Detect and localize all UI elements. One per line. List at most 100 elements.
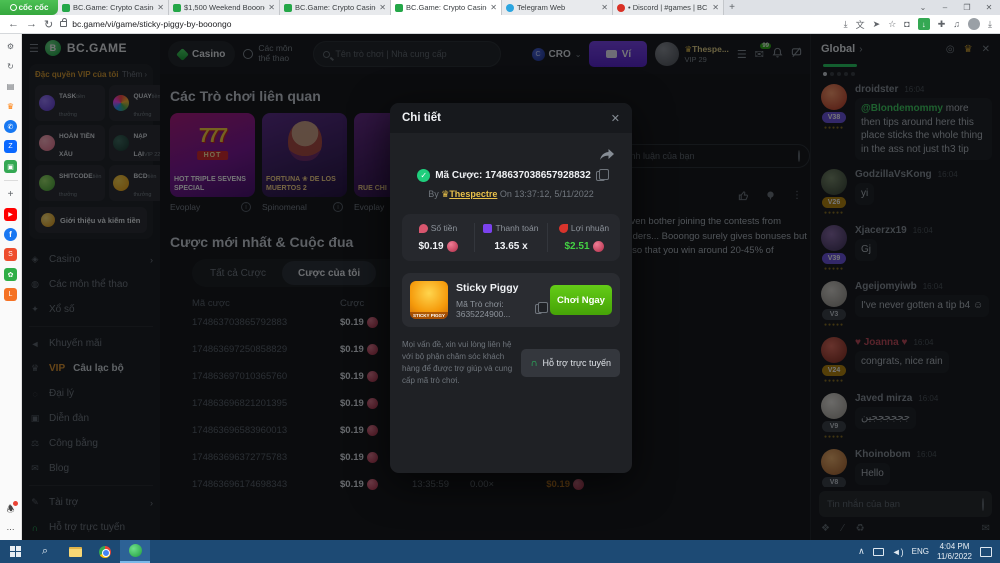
sticky-piggy-thumbnail[interactable]: STICKY PIGGY bbox=[410, 281, 448, 319]
tab-bcgame-2[interactable]: BC.Game: Crypto Casino Gan✕ bbox=[280, 0, 391, 15]
extension-icon[interactable]: ✚ bbox=[938, 19, 946, 30]
tab-bcgame-active[interactable]: BC.Game: Crypto Casino Gan✕ bbox=[391, 0, 502, 15]
bet-stats: Số tiền $0.19 Thanh toán 13.65 x Lợi nhu… bbox=[402, 214, 620, 261]
windows-taskbar: ⌕ ∧ ◄) ENG 4:04 PM11/6/2022 bbox=[0, 540, 1000, 563]
game-id-text: Mã Trò chơi: 3635224900... bbox=[456, 299, 531, 319]
store-icon[interactable] bbox=[4, 268, 17, 281]
hidden-icons-chevron[interactable]: ∧ bbox=[858, 546, 865, 557]
network-icon[interactable] bbox=[873, 548, 884, 556]
headset-icon: ∩ bbox=[530, 358, 537, 369]
verified-check-icon: ✓ bbox=[417, 169, 430, 182]
close-tab-icon[interactable]: ✕ bbox=[712, 3, 719, 12]
stat-amount: Số tiền $0.19 bbox=[402, 223, 474, 252]
tab-discord[interactable]: • Discord | #games | BC G✕ bbox=[613, 0, 724, 15]
profit-icon bbox=[559, 224, 568, 233]
discord-favicon bbox=[617, 4, 625, 12]
newsfeed-icon[interactable] bbox=[4, 80, 17, 93]
bet-timestamp: 13:37:12, 5/11/2022 bbox=[514, 189, 593, 199]
media-icon[interactable]: ♫ bbox=[953, 19, 960, 29]
history-icon[interactable] bbox=[4, 60, 17, 73]
profile-avatar-icon[interactable] bbox=[968, 18, 980, 30]
start-button[interactable] bbox=[0, 540, 30, 563]
tab-booongo-promo[interactable]: $1,500 Weekend Booongo M✕ bbox=[169, 0, 280, 15]
maximize-button[interactable]: ❐ bbox=[956, 0, 978, 15]
modal-close-icon[interactable]: ✕ bbox=[611, 112, 620, 125]
back-button[interactable]: ← bbox=[8, 18, 19, 30]
close-tab-icon[interactable]: ✕ bbox=[268, 3, 275, 12]
share-icon[interactable]: ➤ bbox=[873, 19, 881, 30]
reload-button[interactable]: ↻ bbox=[44, 18, 53, 31]
divider bbox=[4, 180, 18, 181]
games-gamepad-icon[interactable] bbox=[4, 160, 17, 173]
bookmark-star-icon[interactable]: ☆ bbox=[888, 19, 896, 30]
browser-navbar: ← → ↻ bc.game/vi/game/sticky-piggy-by-bo… bbox=[0, 15, 1000, 34]
coccoc-taskbar-icon[interactable] bbox=[120, 540, 150, 563]
tab-search-icon[interactable]: ⌄ bbox=[912, 0, 934, 15]
bcgame-favicon bbox=[395, 4, 403, 12]
lazada-cart-icon[interactable] bbox=[4, 288, 17, 301]
game-title: Sticky Piggy bbox=[456, 282, 542, 294]
tab-bcgame-1[interactable]: BC.Game: Crypto Casino Gan✕ bbox=[58, 0, 169, 15]
share-bet-icon[interactable] bbox=[600, 149, 614, 161]
close-tab-icon[interactable]: ✕ bbox=[490, 3, 497, 12]
copy-game-id-icon[interactable] bbox=[535, 304, 542, 314]
copy-bet-id-icon[interactable] bbox=[596, 171, 605, 181]
support-note: Mọi vấn đề, xin vui lòng liên hệ với bộ … bbox=[402, 339, 513, 387]
language-indicator[interactable]: ENG bbox=[912, 547, 929, 556]
stat-profit: Lợi nhuận $2.51 bbox=[547, 223, 620, 252]
modal-header: Chi tiết ✕ bbox=[390, 103, 632, 133]
download-manager-icon[interactable]: ↓ bbox=[918, 18, 930, 30]
action-center-icon[interactable] bbox=[980, 547, 992, 557]
messenger-icon[interactable] bbox=[4, 120, 17, 133]
hot-deals-crown-icon[interactable] bbox=[4, 100, 17, 113]
bcgame-favicon bbox=[173, 4, 181, 12]
notification-dot bbox=[13, 501, 18, 506]
bet-username[interactable]: Thespectre bbox=[449, 189, 497, 199]
forward-button[interactable]: → bbox=[26, 18, 37, 30]
coccoc-sidebar bbox=[0, 34, 22, 540]
close-window-button[interactable]: ✕ bbox=[978, 0, 1000, 15]
play-now-button[interactable]: Chơi Ngay bbox=[550, 285, 612, 315]
address-bar[interactable]: bc.game/vi/game/sticky-piggy-by-booongo bbox=[60, 19, 600, 29]
bet-details-modal: Chi tiết ✕ ✓ Mã Cược: 174863703865792883… bbox=[390, 103, 632, 473]
notification-bell-icon[interactable] bbox=[4, 503, 17, 516]
screen: cốc cốc BC.Game: Crypto Casino Gan✕ $1,5… bbox=[0, 0, 1000, 563]
youtube-icon[interactable] bbox=[4, 208, 17, 221]
file-explorer-icon[interactable] bbox=[60, 540, 90, 563]
close-tab-icon[interactable]: ✕ bbox=[379, 3, 386, 12]
chrome-taskbar-icon[interactable] bbox=[90, 540, 120, 563]
modal-title: Chi tiết bbox=[402, 112, 441, 124]
translate-icon[interactable]: 文 bbox=[856, 18, 865, 31]
token-gem-icon bbox=[447, 241, 458, 252]
add-shortcut-icon[interactable] bbox=[4, 188, 17, 201]
live-support-button[interactable]: ∩Hỗ trợ trực tuyến bbox=[521, 349, 620, 377]
token-gem-icon bbox=[593, 241, 604, 252]
brand-label: cốc cốc bbox=[19, 3, 49, 12]
tab-telegram[interactable]: Telegram Web✕ bbox=[502, 0, 613, 15]
game-info-card: STICKY PIGGY Sticky Piggy Mã Trò chơi: 3… bbox=[402, 273, 620, 327]
shopee-icon[interactable] bbox=[4, 248, 17, 261]
adblock-shield-icon[interactable]: ◘ bbox=[904, 19, 909, 29]
bcgame-favicon bbox=[62, 4, 70, 12]
coccoc-menu-button[interactable]: cốc cốc bbox=[0, 0, 58, 15]
save-page-icon[interactable]: ⤓ bbox=[844, 19, 848, 30]
clock[interactable]: 4:04 PM11/6/2022 bbox=[937, 542, 972, 562]
more-options-icon[interactable] bbox=[4, 523, 17, 536]
settings-gear-icon[interactable] bbox=[4, 40, 17, 53]
volume-icon[interactable]: ◄) bbox=[892, 547, 904, 557]
telegram-favicon bbox=[506, 4, 514, 12]
zalo-icon[interactable] bbox=[4, 140, 17, 153]
url-text: bc.game/vi/game/sticky-piggy-by-booongo bbox=[72, 19, 231, 29]
lock-icon bbox=[60, 21, 67, 27]
downloads-tray-icon[interactable]: ⤓ bbox=[988, 19, 992, 30]
close-tab-icon[interactable]: ✕ bbox=[601, 3, 608, 12]
close-tab-icon[interactable]: ✕ bbox=[157, 3, 164, 12]
amount-icon bbox=[419, 224, 428, 233]
browser-tabstrip: cốc cốc BC.Game: Crypto Casino Gan✕ $1,5… bbox=[0, 0, 1000, 15]
system-tray: ∧ ◄) ENG 4:04 PM11/6/2022 bbox=[858, 542, 1000, 562]
new-tab-button[interactable]: + bbox=[724, 0, 740, 15]
minimize-button[interactable]: – bbox=[934, 0, 956, 15]
bcgame-favicon bbox=[284, 4, 292, 12]
facebook-icon[interactable] bbox=[4, 228, 17, 241]
taskbar-search-icon[interactable]: ⌕ bbox=[30, 540, 60, 563]
